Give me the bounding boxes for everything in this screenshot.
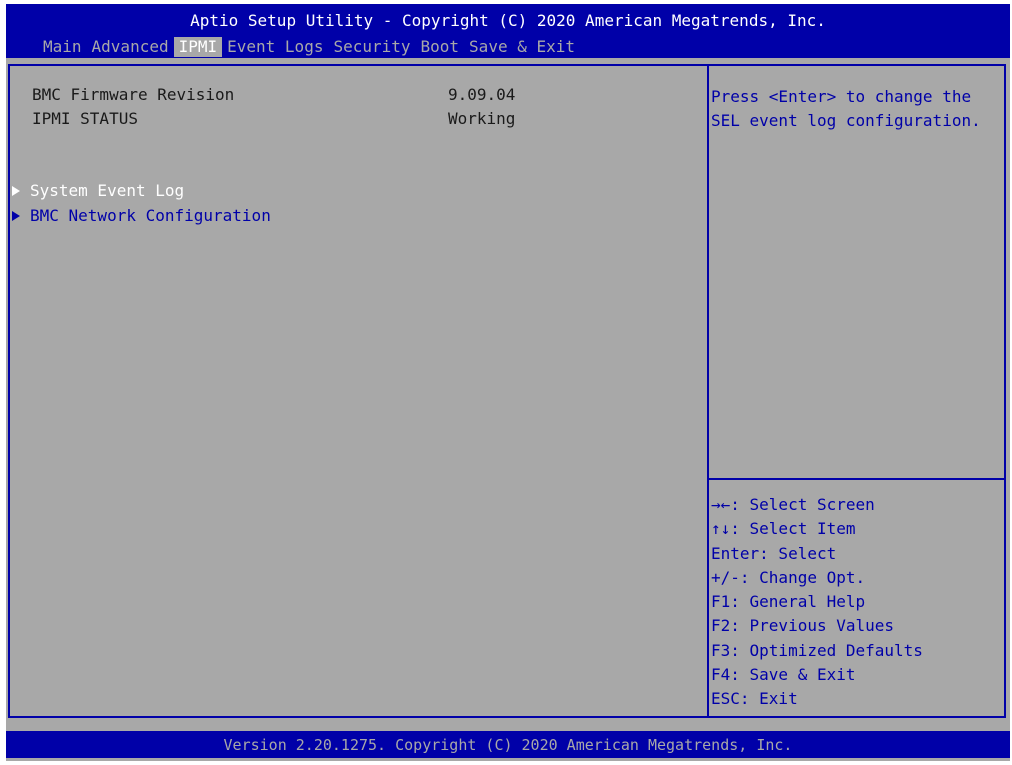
submenu-system-event-log[interactable]: System Event Log	[12, 181, 184, 201]
tab-event-logs[interactable]: Event Logs	[222, 37, 328, 57]
key-esc-exit: ESC: Exit	[711, 689, 798, 709]
submenu-label: BMC Network Configuration	[30, 206, 271, 225]
submenu-bmc-network-configuration[interactable]: BMC Network Configuration	[12, 206, 271, 226]
key-save-exit: F4: Save & Exit	[711, 665, 856, 685]
tab-ipmi[interactable]: IPMI	[173, 37, 223, 57]
key-optimized-defaults: F3: Optimized Defaults	[711, 640, 923, 660]
tab-save-exit[interactable]: Save & Exit	[464, 37, 580, 57]
key-enter-select: Enter: Select	[711, 543, 837, 563]
version-text: Version 2.20.1275. Copyright (C) 2020 Am…	[223, 736, 793, 754]
panel-divider-vertical	[707, 66, 709, 716]
footer-bar: Version 2.20.1275. Copyright (C) 2020 Am…	[6, 731, 1010, 758]
title-bar: Aptio Setup Utility - Copyright (C) 2020…	[6, 4, 1010, 58]
key-select-screen: →←: Select Screen	[711, 495, 875, 514]
submenu-arrow-icon	[12, 186, 20, 196]
key-general-help: F1: General Help	[711, 592, 866, 612]
key-change-opt: +/-: Change Opt.	[711, 567, 866, 587]
main-panel: BMC Firmware Revision 9.09.04 IPMI STATU…	[8, 64, 1006, 718]
key-previous-values: F2: Previous Values	[711, 616, 895, 636]
bmc-firmware-label: BMC Firmware Revision	[32, 85, 235, 104]
tab-main[interactable]: Main	[38, 37, 87, 57]
help-divider-horizontal	[709, 478, 1004, 480]
window-title: Aptio Setup Utility - Copyright (C) 2020…	[190, 11, 826, 30]
ipmi-status-value: Working	[448, 109, 516, 128]
bios-screen: Aptio Setup Utility - Copyright (C) 2020…	[6, 4, 1010, 761]
tab-bar: Main Advanced IPMI Event Logs Security B…	[38, 37, 580, 57]
help-line: SEL event log configuration.	[711, 111, 981, 130]
ipmi-status-label: IPMI STATUS	[32, 109, 138, 128]
tab-security[interactable]: Security	[328, 37, 415, 57]
bmc-firmware-value: 9.09.04	[448, 85, 516, 104]
tab-boot[interactable]: Boot	[416, 37, 465, 57]
submenu-arrow-icon	[12, 211, 20, 221]
help-line: Press <Enter> to change the	[711, 87, 972, 106]
key-select-item: ↑↓: Select Item	[711, 519, 856, 539]
key-legend: →←: Select Screen ↑↓: Select Item Enter:…	[711, 493, 1001, 712]
submenu-label: System Event Log	[30, 181, 185, 200]
help-description: Press <Enter> to change the SEL event lo…	[711, 85, 1001, 133]
tab-advanced[interactable]: Advanced	[87, 37, 174, 57]
